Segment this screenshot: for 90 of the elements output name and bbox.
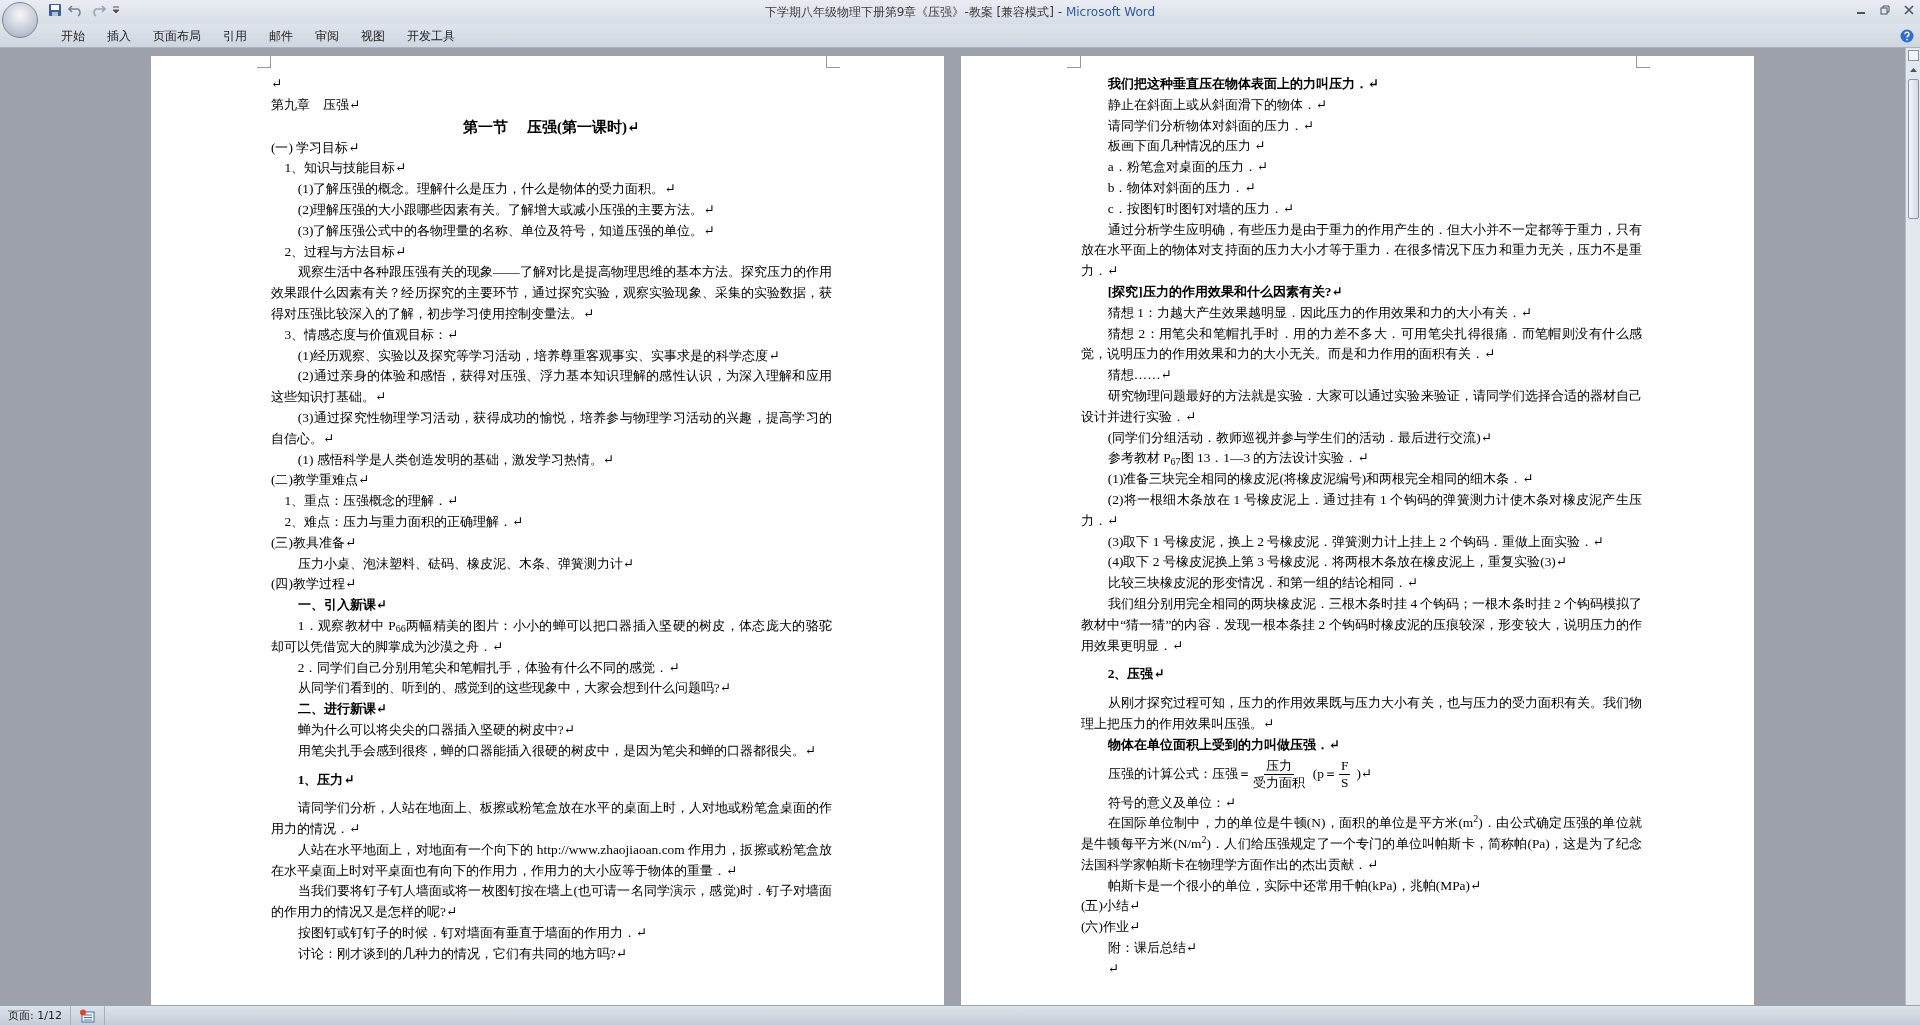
paragraph: 附：课后总结↵ (1106, 939, 1199, 958)
paragraph: 压力小桌、泡沫塑料、砝码、橡皮泥、木条、弹簧测力计↵ (296, 554, 636, 573)
crop-mark (1067, 56, 1081, 68)
paragraph: b．物体对斜面的压力．↵ (1106, 179, 1257, 197)
paragraph: 物体在单位面积上受到的力叫做压强．↵ (1106, 735, 1342, 754)
paragraph: 通过分析学生应明确，有些压力是由于重力的作用产生的．但大小并不一定都等于重力，只有放在水平面上的物体对支持面的压力大小才等于重力．在很多情况下压力和重力无关，压力不是重力．↵ (1081, 220, 1642, 281)
paragraph: 猜想……↵ (1106, 366, 1173, 385)
paragraph: 当我们要将钉子钉人墙面或将一枚图钉按在墙上(也可请一名同学演示，感觉)时．钉子对墙面的作用力的情况又是怎样的呢?↵ (271, 882, 832, 922)
paragraph: (2)通过亲身的体验和感悟，获得对压强、浮力基本知识理解的感性认识，为深入理解和应用这些知识打基础。↵ (271, 367, 832, 407)
paragraph: (五)小结↵ (1081, 897, 1142, 916)
help-icon[interactable] (1900, 28, 1914, 43)
paragraph: (三)教具准备↵ (271, 533, 358, 552)
ribbon-tab[interactable]: 插入 (96, 25, 142, 46)
dropdown-icon[interactable] (112, 5, 120, 15)
paragraph: 1．观察教材中 P$_{66}$两幅精美的图片：小小的蝉可以把口器插入坚硬的树皮，体态庞大的骆驼却可以凭借宽大的脚掌成为沙漠之舟．↵ (271, 616, 832, 656)
ribbon-tab[interactable]: 视图 (350, 25, 396, 46)
close-icon[interactable] (1904, 5, 1914, 15)
ribbon-tab[interactable]: 邮件 (258, 25, 304, 46)
paragraph: ↵ (1106, 959, 1121, 978)
paragraph: (二)教学重难点↵ (271, 471, 371, 490)
paragraph: ↵ (271, 75, 284, 93)
paragraph: (4)取下 2 号橡皮泥换上第 3 号橡皮泥．将两根木条放在橡皮泥上，重复实验(3)↵ (1106, 553, 1569, 572)
paragraph: 比较三块橡皮泥的形变情况．和第一组的结论相同．↵ (1106, 574, 1420, 593)
paragraph: (3)取下 1 号橡皮泥，换上 2 号橡皮泥．弹簧测力计上挂上 2 个钩码．重做上面实验．↵ (1106, 532, 1605, 551)
paragraph: 按图钉或钉钉子的时候．钉对墙面有垂直于墙面的作用力．↵ (296, 924, 649, 943)
office-button[interactable] (2, 2, 38, 38)
scroll-up-icon[interactable] (1907, 65, 1919, 75)
crop-mark (826, 56, 840, 68)
paragraph: (3)通过探究性物理学习活动，获得成功的愉悦，培养参与物理学习活动的兴趣，提高学习的自信心。↵ (271, 408, 832, 448)
ribbon-tab[interactable]: 引用 (212, 25, 258, 46)
ruler-toggle[interactable] (1907, 50, 1919, 61)
scrollbar-thumb[interactable] (1907, 79, 1919, 219)
paragraph: 观察生活中各种跟压强有关的现象——了解对比是提高物理思维的基本方法。探究压力的作用效果跟什么因素有关？经历探究的主要环节，通过探究实验，观察实验现象、采集的实验数据，获得对压强比较深入的了解，初步学习使用控制变量法。↵ (271, 263, 832, 323)
document-title: 第一节 压强(第一课时)↵ (462, 117, 641, 137)
crop-mark (1636, 56, 1650, 68)
paragraph: 板画下面几种情况的压力 ↵ (1106, 137, 1267, 156)
paragraph: 从刚才探究过程可知，压力的作用效果既与压力大小有关，也与压力的受力面积有关。我们物理上把压力的作用效果叫压强。↵ (1081, 694, 1642, 733)
paragraph: 猜想 2：用笔尖和笔帽扎手时．用的力差不多大．可用笔尖扎得很痛．而笔帽则没有什么感觉，说明压力的作用效果和力的大小无关。而是和力作用的面积有关．↵ (1081, 324, 1642, 364)
paragraph: 一、引入新课↵ (296, 596, 389, 615)
paragraph: 二、进行新课↵ (296, 700, 389, 719)
ribbon-tab[interactable]: 审阅 (304, 25, 350, 46)
paragraph: 静止在斜面上或从斜面滑下的物体．↵ (1106, 95, 1329, 114)
paragraph: (一) 学习目标↵ (271, 138, 361, 157)
section-heading: 2、压强↵ (1106, 665, 1166, 684)
paragraph: a．粉笔盒对桌面的压力．↵ (1106, 158, 1269, 177)
ribbon-tab[interactable]: 开发工具 (396, 25, 466, 46)
ribbon-tab[interactable]: 开始 (50, 25, 96, 46)
window-title: 下学期八年级物理下册第9章《压强》-教案 [兼容模式] - Microsoft Word (764, 4, 1156, 21)
paragraph: 请同学们分析物体对斜面的压力．↵ (1106, 116, 1316, 135)
paragraph: 参考教材 P$_{67}$图 13．1—3 的方法设计实验．↵ (1106, 449, 1370, 469)
paragraph: 用笔尖扎手会感到很疼，蝉的口器能插入很硬的树皮中，是因为笔尖和蝉的口器都很尖。↵ (296, 741, 818, 760)
paragraph: (3)了解压强公式中的各物理量的名称、单位及符号，知道压强的单位。↵ (296, 221, 716, 240)
paragraph: 1、知识与技能目标↵ (283, 159, 408, 178)
paragraph: 请同学们分析，人站在地面上、板擦或粉笔盒放在水平的桌面上时，人对地或粉笔盒桌面的作用力的情况．↵ (271, 799, 832, 839)
paragraph: (1)了解压强的概念。理解什么是压力，什么是物体的受力面积。↵ (296, 180, 677, 199)
paragraph: [探究]压力的作用效果和什么因素有关?↵ (1106, 282, 1344, 301)
ribbon-tab[interactable]: 页面布局 (142, 25, 212, 46)
paragraph: 研究物理问题最好的方法就是实验．大家可以通过实验来验证，请同学们选择合适的器材自己设计并进行实验．↵ (1081, 386, 1642, 426)
paragraph: (2)理解压强的大小跟哪些因素有关。了解增大或减小压强的主要方法。↵ (296, 201, 716, 219)
paragraph: 我们把这种垂直压在物体表面上的力叫压力．↵ (1106, 75, 1381, 93)
paragraph: (六)作业↵ (1081, 918, 1142, 937)
crop-mark (257, 56, 271, 68)
save-icon[interactable] (48, 3, 62, 17)
paragraph: (2)将一根细木条放在 1 号橡皮泥上．通过挂有 1 个钩码的弹簧测力计使木条对橡皮泥产生压力．↵ (1081, 490, 1642, 530)
paragraph: (1)准备三块完全相同的橡皮泥(将橡皮泥编号)和两根完全相同的细木条．↵ (1106, 470, 1535, 489)
paragraph: 1、重点：压强概念的理解．↵ (283, 492, 460, 511)
paragraph: 人站在水平地面上，对地面有一个向下的 http://www.zhaojiaoan.com 作用力，扳擦或粉笔盒放在水平桌面上时对平桌面也有向下的作用力，作用力的大小应等于物体的重量．↵ (271, 840, 832, 880)
paragraph: (1)经历观察、实验以及探究等学习活动，培养尊重客观事实、实事求是的科学态度↵ (296, 346, 781, 365)
undo-icon[interactable] (68, 3, 84, 17)
document-view-icon[interactable] (79, 1008, 96, 1023)
paragraph: 蝉为什么可以将尖尖的口器插入坚硬的树皮中?↵ (296, 720, 576, 739)
page-indicator[interactable]: 页面: 1/12 (0, 1006, 71, 1025)
paragraph: 在国际单位制中，力的单位是牛顿(N)，面积的单位是平方米(m$^{2}$)．由公式确定压强的单位就是牛顿每平方米(N/m$^{2}$)．人们给压强规定了一个专门的单位叫帕斯卡，简称帕(Pa)，这是为了纪念法国科学家帕斯卡在物理学方面作出的杰出贡献．↵ (1081, 813, 1642, 874)
restore-icon[interactable] (1880, 5, 1890, 15)
section-heading: 1、压力↵ (296, 770, 356, 789)
paragraph: c．按图钉时图钉对墙的压力．↵ (1106, 199, 1295, 218)
paragraph: 符号的意义及单位：↵ (1106, 793, 1238, 812)
paragraph: 讨论：刚才谈到的几种力的情况，它们有共同的地方吗?↵ (296, 944, 628, 963)
paragraph: 猜想 1：力越大产生效果越明显．因此压力的作用效果和力的大小有关．↵ (1106, 303, 1534, 322)
paragraph: 3、情感态度与价值观目标：↵ (283, 325, 460, 344)
paragraph: 帕斯卡是一个很小的单位，实际中还常用千帕(kPa)，兆帕(MPa)↵ (1106, 876, 1483, 895)
paragraph: (同学们分组活动．教师巡视并参与学生们的活动．最后进行交流)↵ (1106, 428, 1493, 447)
paragraph: 从同学们看到的、听到的、感觉到的这些现象中，大家会想到什么问题吗?↵ (296, 679, 732, 698)
paragraph: 2、难点：压力与重力面积的正确理解．↵ (283, 512, 525, 531)
paragraph: 2、过程与方法目标↵ (283, 242, 408, 261)
paragraph: 2．同学们自己分别用笔尖和笔帽扎手，体验有什么不同的感觉．↵ (296, 658, 681, 677)
paragraph: (四)教学过程↵ (271, 575, 358, 594)
paragraph: 第九章 压强↵ (271, 95, 362, 114)
paragraph: (1) 感悟科学是人类创造发明的基础，激发学习热情。↵ (296, 450, 615, 469)
paragraph: 我们组分别用完全相同的两块橡皮泥．三根木条时挂 4 个钩码；一根木条时挂 2 个钩码模拟了教材中“猜一猜”的内容．发现一根本条挂 2 个钩码时橡皮泥的压痕较深，形变较大，说明压力的作用效果更明显．↵ (1081, 594, 1642, 655)
